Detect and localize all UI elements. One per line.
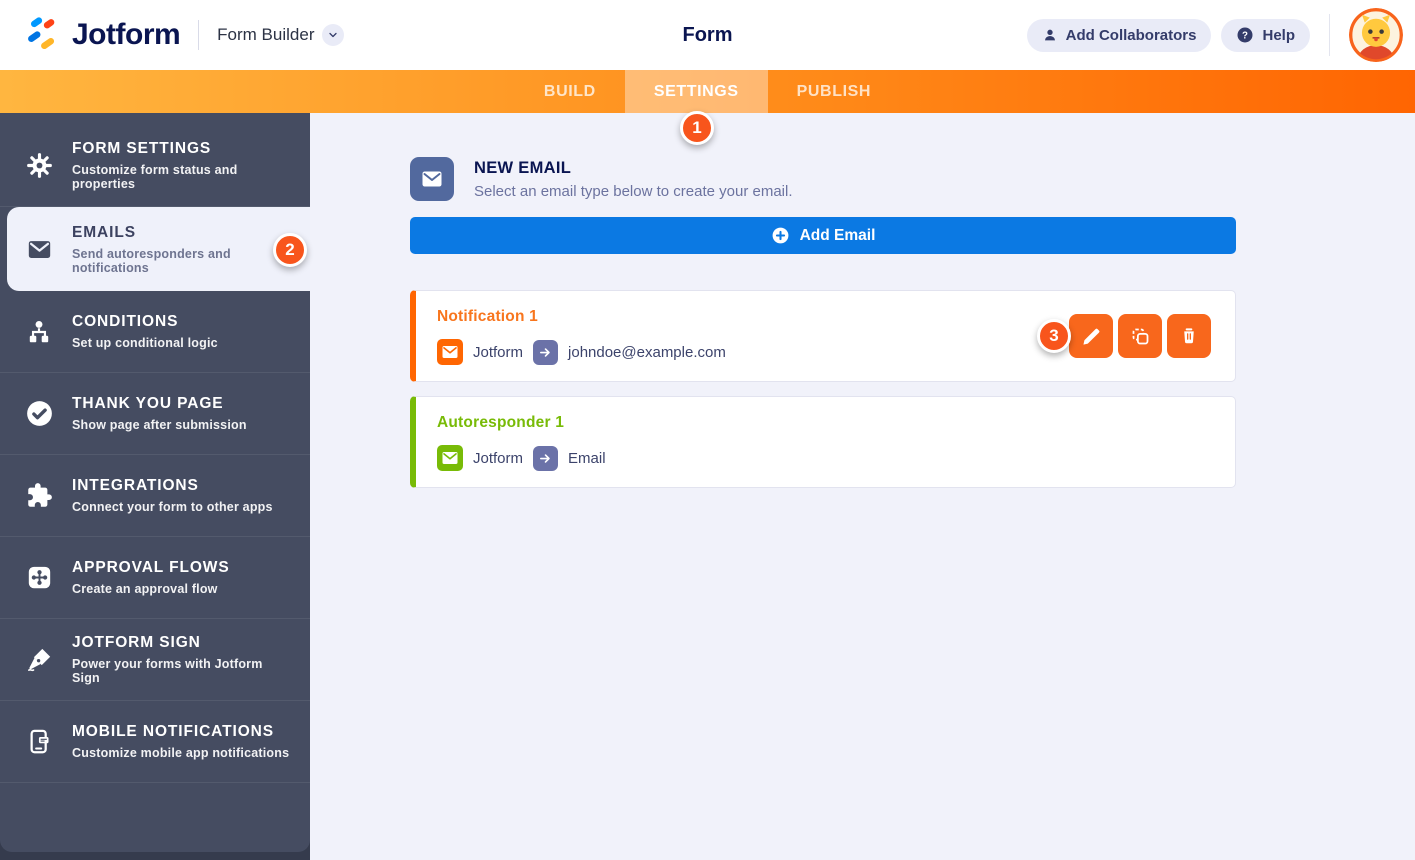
sidebar-item-thank-you-page[interactable]: THANK YOU PAGE Show page after submissio… <box>0 373 310 455</box>
tab-settings[interactable]: SETTINGS <box>624 70 768 113</box>
help-label: Help <box>1262 26 1295 44</box>
new-email-subtitle: Select an email type below to create you… <box>474 182 793 200</box>
add-email-label: Add Email <box>799 226 876 244</box>
sidebar-item-label: APPROVAL FLOWS <box>72 559 230 576</box>
sidebar-item-desc: Set up conditional logic <box>72 336 218 350</box>
svg-text:?: ? <box>1243 30 1249 41</box>
help-button[interactable]: ? Help <box>1221 18 1310 52</box>
sidebar-item-label: CONDITIONS <box>72 313 179 330</box>
question-icon: ? <box>1237 27 1253 43</box>
arrow-right-icon <box>533 445 559 471</box>
email-list: Notification 1 Jotform johndoe@example.c… <box>410 290 1236 488</box>
gear-icon <box>24 152 54 179</box>
add-collaborators-label: Add Collaborators <box>1065 26 1197 44</box>
sidebar-item-conditions[interactable]: CONDITIONS Set up conditional logic <box>0 291 310 373</box>
sidebar-item-label: INTEGRATIONS <box>72 477 199 494</box>
puzzle-icon <box>24 482 54 509</box>
sidebar-item-desc: Customize form status and properties <box>72 163 238 191</box>
delete-email-button[interactable] <box>1167 314 1211 358</box>
add-collaborators-button[interactable]: Add Collaborators <box>1026 18 1212 52</box>
emails-settings-panel: NEW EMAIL Select an email type below to … <box>310 113 1415 860</box>
sidebar-item-form-settings[interactable]: FORM SETTINGS Customize form status and … <box>0 125 310 207</box>
check-circle-icon <box>24 400 54 427</box>
edit-email-button[interactable] <box>1069 314 1113 358</box>
step-badge-3: 3 <box>1037 319 1071 353</box>
email-from: Jotform <box>473 343 524 361</box>
step-badge-1: 1 <box>680 111 714 145</box>
duplicate-icon <box>1132 328 1148 344</box>
product-label: Form Builder <box>217 25 315 44</box>
envelope-icon <box>24 236 54 263</box>
sidebar-item-jotform-sign[interactable]: JOTFORM SIGN Power your forms with Jotfo… <box>0 619 310 701</box>
email-card-autoresponder[interactable]: Autoresponder 1 Jotform Email <box>410 396 1236 488</box>
email-name: Autoresponder 1 <box>437 414 565 431</box>
duplicate-email-button[interactable] <box>1118 314 1162 358</box>
person-icon <box>1044 29 1055 41</box>
sidebar-panel: FORM SETTINGS Customize form status and … <box>0 113 310 852</box>
sidebar-item-approval-flows[interactable]: APPROVAL FLOWS Create an approval flow <box>0 537 310 619</box>
sidebar-item-label: MOBILE NOTIFICATIONS <box>72 723 274 740</box>
approval-flow-icon <box>24 564 54 591</box>
app-header: Jotform Form Builder Form Add Collaborat… <box>0 0 1415 70</box>
new-email-header: NEW EMAIL Select an email type below to … <box>410 157 1236 201</box>
header-divider <box>1329 14 1330 56</box>
sidebar-item-label: JOTFORM SIGN <box>72 634 201 651</box>
sidebar-item-desc: Customize mobile app notifications <box>72 746 290 760</box>
jotform-logo-icon <box>28 17 55 50</box>
chevron-down-icon <box>322 24 345 46</box>
builder-nav: BUILD SETTINGS PUBLISH <box>0 70 1415 113</box>
email-card-notification[interactable]: Notification 1 Jotform johndoe@example.c… <box>410 290 1236 382</box>
envelope-icon <box>437 445 463 471</box>
mobile-phone-icon <box>24 728 54 755</box>
sidebar-item-emails[interactable]: EMAILS Send autoresponders and notificat… <box>7 207 310 291</box>
header-divider <box>198 20 200 50</box>
envelope-icon <box>437 339 463 365</box>
email-to: johndoe@example.com <box>568 343 726 361</box>
sidebar-item-desc: Show page after submission <box>72 418 247 432</box>
tab-build[interactable]: BUILD <box>515 70 625 113</box>
sidebar-item-desc: Create an approval flow <box>72 582 218 596</box>
sidebar-item-desc: Send autoresponders and notifications <box>72 246 231 275</box>
sidebar-item-mobile-notifications[interactable]: MOBILE NOTIFICATIONS Customize mobile ap… <box>0 701 310 783</box>
email-card-actions <box>1069 314 1211 358</box>
plus-circle-icon <box>772 227 789 244</box>
brand-name: Jotform <box>72 18 181 51</box>
pencil-icon <box>1082 328 1099 345</box>
trash-icon <box>1184 328 1194 344</box>
sidebar-item-label: FORM SETTINGS <box>72 140 212 157</box>
form-builder-dropdown[interactable]: Form Builder <box>217 24 345 46</box>
settings-sidebar: FORM SETTINGS Customize form status and … <box>0 113 310 860</box>
email-from: Jotform <box>473 449 524 467</box>
sidebar-item-desc: Power your forms with Jotform Sign <box>72 657 263 685</box>
arrow-right-icon <box>533 339 559 365</box>
sidebar-item-desc: Connect your form to other apps <box>72 500 273 514</box>
email-to: Email <box>568 449 606 467</box>
new-email-title: NEW EMAIL <box>474 158 572 177</box>
add-email-button[interactable]: Add Email <box>410 217 1236 254</box>
conditions-tree-icon <box>24 319 54 345</box>
envelope-icon <box>410 157 454 201</box>
jotform-logo[interactable]: Jotform <box>22 16 181 54</box>
sidebar-item-integrations[interactable]: INTEGRATIONS Connect your form to other … <box>0 455 310 537</box>
step-badge-2: 2 <box>273 233 307 267</box>
sidebar-item-label: THANK YOU PAGE <box>72 395 224 412</box>
sidebar-item-label: EMAILS <box>72 223 136 241</box>
user-avatar[interactable] <box>1349 8 1403 62</box>
pen-icon <box>24 646 54 673</box>
tab-publish[interactable]: PUBLISH <box>768 70 900 113</box>
